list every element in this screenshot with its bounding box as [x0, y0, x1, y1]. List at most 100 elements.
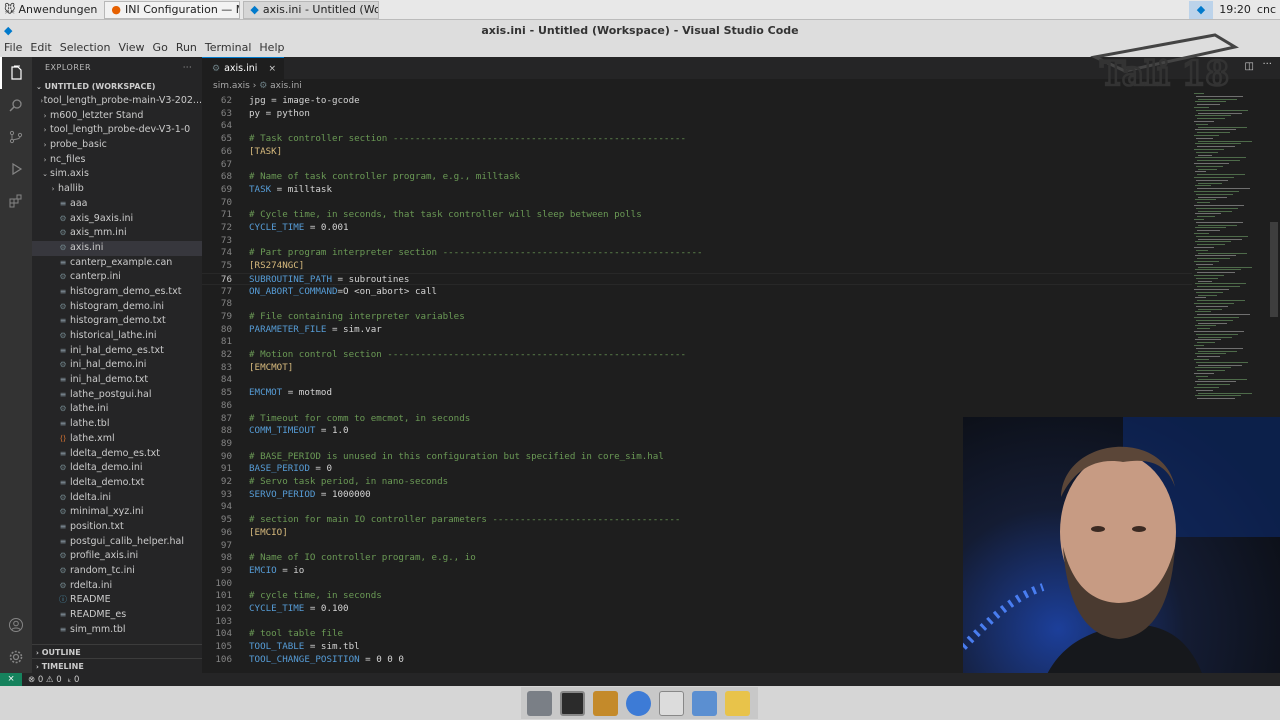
file-item[interactable]: ⚙ histogram_demo.ini [32, 300, 202, 315]
folder-item[interactable]: › nc_files [32, 153, 202, 168]
file-item[interactable]: ≡ histogram_demo.txt [32, 314, 202, 329]
code-line[interactable]: 82 # Motion control section -------------… [202, 349, 1192, 362]
minimap[interactable] [1194, 93, 1254, 403]
menu-go[interactable]: Go [149, 41, 172, 57]
search-app-icon[interactable] [659, 690, 684, 716]
file-item[interactable]: ⚙ ldelta.ini [32, 491, 202, 506]
file-item[interactable]: ≡ ini_hal_demo.txt [32, 373, 202, 388]
folder-item[interactable]: ⌄ sim.axis [32, 167, 202, 182]
menu-view[interactable]: View [114, 41, 148, 57]
code-line[interactable]: 80 PARAMETER_FILE = sim.var [202, 324, 1192, 337]
file-item[interactable]: ≡ lathe.tbl [32, 417, 202, 432]
task-firefox[interactable]: ● INI Configuration — Moz... [104, 0, 241, 19]
file-item[interactable]: ⚙ axis_9axis.ini [32, 212, 202, 227]
file-item[interactable]: ≡ lathe_postgui.hal [32, 388, 202, 403]
file-item[interactable]: ⚙ axis.ini [32, 240, 202, 256]
code-line[interactable]: 64 [202, 120, 1192, 133]
code-line[interactable]: 73 [202, 235, 1192, 248]
file-item[interactable]: ≡ ldelta_demo_es.txt [32, 447, 202, 462]
code-line[interactable]: 77 ON_ABORT_COMMAND=O <on_abort> call [202, 286, 1192, 299]
folder-item[interactable]: › hallib [32, 182, 202, 197]
accounts-icon[interactable] [0, 609, 32, 641]
code-line[interactable]: 86 [202, 400, 1192, 413]
code-line[interactable]: 66 [TASK] [202, 146, 1192, 159]
code-line[interactable]: 79 # File containing interpreter variable… [202, 311, 1192, 324]
explorer-icon[interactable] [0, 57, 32, 89]
tab-axis-ini[interactable]: ⚙ axis.ini × [202, 57, 284, 79]
code-line[interactable]: 84 [202, 374, 1192, 387]
code-line[interactable]: 72 CYCLE_TIME = 0.001 [202, 222, 1192, 235]
file-item[interactable]: ≡ histogram_demo_es.txt [32, 285, 202, 300]
terminal-icon[interactable] [560, 690, 585, 716]
desktop-icon[interactable] [527, 690, 552, 716]
file-item[interactable]: ⚙ axis_mm.ini [32, 226, 202, 241]
vertical-scrollbar[interactable] [1270, 222, 1278, 317]
code-line[interactable]: 78 [202, 298, 1192, 311]
more-actions-icon[interactable]: ··· [183, 57, 192, 79]
file-item[interactable]: ≡ aaa [32, 197, 202, 212]
file-item[interactable]: ⚙ random_tc.ini [32, 564, 202, 579]
code-line[interactable]: 63 py = python [202, 108, 1192, 121]
folder-item[interactable]: › probe_basic [32, 138, 202, 153]
code-line[interactable]: 69 TASK = milltask [202, 184, 1192, 197]
applications-menu[interactable]: 🐭 Anwendungen [0, 0, 101, 20]
file-item[interactable]: ⚙ lathe.ini [32, 402, 202, 417]
source-control-icon[interactable] [0, 121, 32, 153]
code-line[interactable]: 81 [202, 336, 1192, 349]
linuxcnc-icon[interactable] [725, 690, 750, 716]
file-item[interactable]: ⚙ ldelta_demo.ini [32, 461, 202, 476]
run-debug-icon[interactable] [0, 153, 32, 185]
code-line[interactable]: 85 EMCMOT = motmod [202, 387, 1192, 400]
code-line[interactable]: 68 # Name of task controller program, e.g… [202, 171, 1192, 184]
file-item[interactable]: ⚙ rdelta.ini [32, 579, 202, 594]
file-item[interactable]: ⚙ ini_hal_demo.ini [32, 358, 202, 373]
file-item[interactable]: ⚙ minimal_xyz.ini [32, 505, 202, 520]
file-item[interactable]: ≡ canterp_example.can [32, 256, 202, 271]
settings-gear-icon[interactable] [0, 641, 32, 673]
code-line[interactable]: 70 [202, 197, 1192, 210]
menu-terminal[interactable]: Terminal [201, 41, 256, 57]
web-browser-icon[interactable] [626, 690, 651, 716]
file-item[interactable]: ⟨⟩ lathe.xml [32, 432, 202, 447]
folder-item[interactable]: › tool_length_probe-main-V3-202... [32, 94, 202, 109]
tray-vscode-icon[interactable]: ◆ [1188, 0, 1214, 19]
timeline-section[interactable]: › TIMELINE [32, 658, 202, 673]
outline-section[interactable]: › OUTLINE [32, 644, 202, 659]
file-item[interactable]: ⚙ historical_lathe.ini [32, 329, 202, 344]
code-line[interactable]: 62 jpg = image-to-gcode [202, 95, 1192, 108]
ports-count[interactable]: ₖ 0 [68, 675, 80, 685]
search-icon[interactable] [0, 89, 32, 121]
menu-edit[interactable]: Edit [26, 41, 55, 57]
file-item[interactable]: ≡ README_es [32, 608, 202, 623]
file-item[interactable]: ≡ ldelta_demo.txt [32, 476, 202, 491]
folder-item[interactable]: › m600_letzter Stand [32, 109, 202, 124]
code-line[interactable]: 71 # Cycle time, in seconds, that task co… [202, 209, 1192, 222]
file-item[interactable]: ⚙ profile_axis.ini [32, 549, 202, 564]
file-item[interactable]: ≡ position.txt [32, 520, 202, 535]
workspace-section[interactable]: ⌄ UNTITLED (WORKSPACE) [32, 79, 202, 94]
folder-item[interactable]: › tool_length_probe-dev-V3-1-0 [32, 123, 202, 138]
file-item[interactable]: ≡ ini_hal_demo_es.txt [32, 344, 202, 359]
close-icon[interactable]: × [268, 64, 276, 74]
remote-indicator-icon[interactable]: ⨯ [0, 673, 22, 686]
menu-selection[interactable]: Selection [56, 41, 115, 57]
folder-icon[interactable] [692, 690, 717, 716]
code-line[interactable]: 75 [RS274NGC] [202, 260, 1192, 273]
task-vscode[interactable]: ◆ axis.ini - Untitled (Work... [243, 0, 380, 19]
menu-file[interactable]: File [0, 41, 26, 57]
code-line[interactable]: 67 [202, 159, 1192, 172]
extensions-icon[interactable] [0, 185, 32, 217]
split-editor-icon[interactable]: ◫ [1245, 61, 1254, 72]
problems-count[interactable]: ⊗ 0 ⚠ 0 [28, 675, 62, 685]
code-line[interactable]: 83 [EMCMOT] [202, 362, 1192, 375]
code-line[interactable]: 76 SUBROUTINE_PATH = subroutines [202, 272, 1192, 286]
file-item[interactable]: ⓘ README [32, 593, 202, 608]
file-manager-icon[interactable] [593, 690, 618, 716]
menu-help[interactable]: Help [255, 41, 288, 57]
menu-run[interactable]: Run [172, 41, 201, 57]
more-actions-icon[interactable]: ··· [1262, 59, 1272, 70]
file-item[interactable]: ≡ postgui_calib_helper.hal [32, 535, 202, 550]
code-line[interactable]: 65 # Task controller section ------------… [202, 133, 1192, 146]
code-line[interactable]: 74 # Part program interpreter section ---… [202, 247, 1192, 260]
file-item[interactable]: ⚙ canterp.ini [32, 270, 202, 285]
